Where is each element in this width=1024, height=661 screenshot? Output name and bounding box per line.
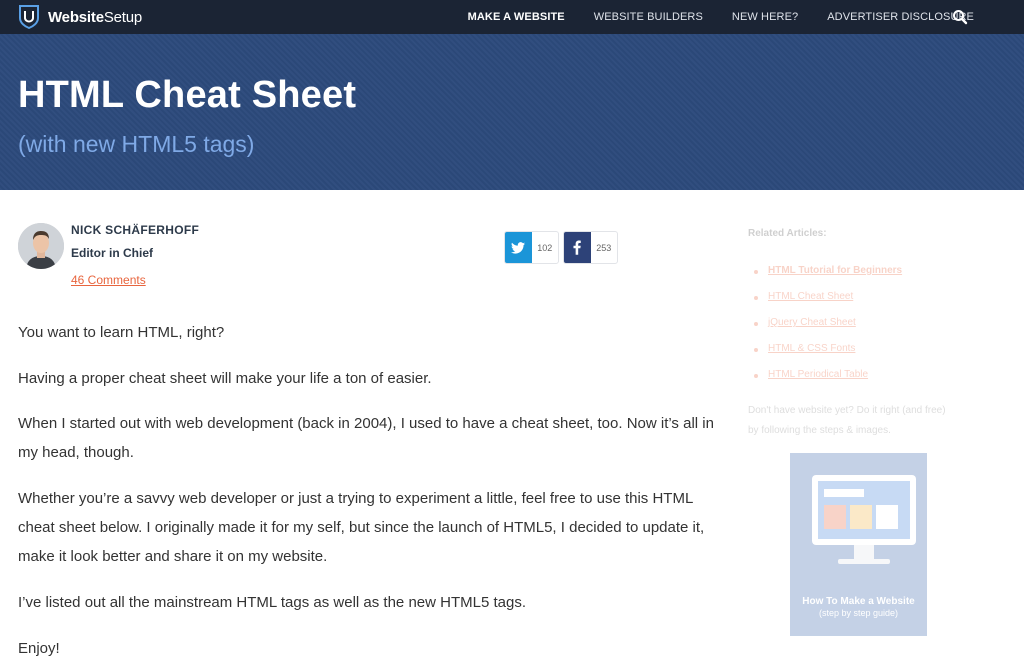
author-photo-icon — [18, 223, 64, 269]
site-name-rest: Setup — [103, 8, 143, 26]
facebook-icon-box — [564, 232, 591, 263]
article-paragraph: Having a proper cheat sheet will make yo… — [18, 370, 432, 387]
related-link[interactable]: HTML Tutorial for Beginners — [754, 265, 988, 291]
page-title: HTML Cheat Sheet — [18, 74, 357, 116]
twitter-icon — [511, 241, 526, 254]
article-paragraph: Enjoy! — [18, 640, 60, 657]
article-paragraph: Whether you’re a savvy web developer or … — [18, 490, 705, 565]
author-role: Editor in Chief — [71, 246, 153, 260]
comments-link[interactable]: 46 Comments — [71, 273, 146, 287]
search-icon[interactable] — [952, 9, 968, 25]
promo-subtitle: (step by step guide) — [818, 608, 899, 618]
monitor-illustration-icon — [812, 475, 916, 564]
facebook-share-button[interactable]: 253 — [563, 231, 618, 264]
nav-make-a-website[interactable]: MAKE A WEBSITE — [468, 11, 565, 23]
author-name[interactable]: NICK SCHÄFERHOFF — [71, 223, 199, 237]
related-link[interactable]: HTML Cheat Sheet — [754, 291, 988, 317]
related-link[interactable]: HTML Periodical Table — [754, 369, 988, 395]
twitter-share-count: 102 — [537, 242, 553, 253]
nav-new-here[interactable]: NEW HERE? — [732, 11, 798, 23]
related-link[interactable]: HTML & CSS Fonts — [754, 343, 988, 369]
facebook-icon — [573, 240, 582, 255]
site-name: WebsiteSetup — [48, 9, 142, 26]
hero-banner: HTML Cheat Sheet (with new HTML5 tags) — [0, 34, 1024, 190]
article-paragraph: You want to learn HTML, right? — [18, 324, 225, 341]
top-navigation-bar: WebsiteSetup MAKE A WEBSITE WEBSITE BUIL… — [0, 0, 1024, 34]
nav-website-builders[interactable]: WEBSITE BUILDERS — [594, 11, 703, 23]
author-avatar — [18, 223, 64, 269]
twitter-icon-box — [505, 232, 532, 263]
main-menu: MAKE A WEBSITE WEBSITE BUILDERS NEW HERE… — [439, 0, 974, 34]
shield-logo-icon — [19, 5, 39, 29]
twitter-share-button[interactable]: 102 — [504, 231, 559, 264]
site-name-bold: Website — [48, 8, 104, 26]
article-paragraph: When I started out with web development … — [18, 415, 714, 461]
related-articles-list: HTML Tutorial for Beginners HTML Cheat S… — [748, 265, 988, 395]
promo-banner[interactable]: How To Make a Website (step by step guid… — [790, 453, 927, 636]
article-paragraph: I’ve listed out all the mainstream HTML … — [18, 594, 526, 611]
site-logo[interactable]: WebsiteSetup — [18, 5, 142, 29]
facebook-share-count: 253 — [596, 242, 612, 253]
related-link[interactable]: jQuery Cheat Sheet — [754, 317, 988, 343]
promo-title: How To Make a Website — [802, 596, 915, 607]
sidebar-note: Don't have website yet? Do it right (and… — [748, 405, 946, 436]
related-articles-heading: Related Articles: — [748, 228, 827, 239]
page-subtitle: (with new HTML5 tags) — [18, 131, 255, 157]
sidebar: Related Articles: HTML Tutorial for Begi… — [748, 228, 988, 441]
